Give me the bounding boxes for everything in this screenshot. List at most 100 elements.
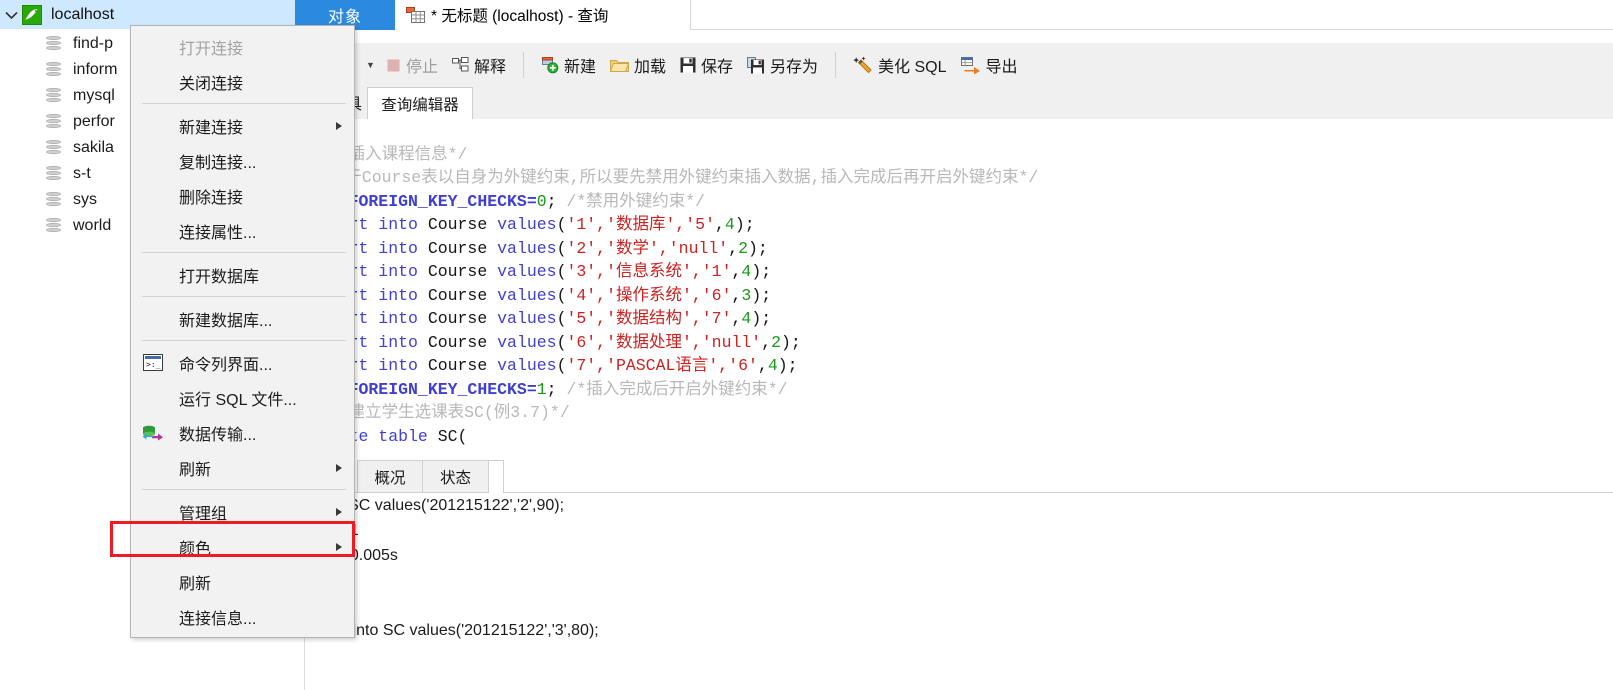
- code-line: /*由于Course表以自身为外键约束,所以要先禁用外键约束插入数据,插入完成后…: [309, 168, 1039, 187]
- menu-item-1[interactable]: 关闭连接: [131, 64, 354, 99]
- export-button-label: 导出: [985, 59, 1018, 76]
- menu-separator: [142, 296, 346, 297]
- menu-item-14[interactable]: 数据传输...: [131, 415, 354, 450]
- submenu-arrow-icon: [336, 463, 342, 472]
- menu-separator: [142, 103, 346, 104]
- result-tab-profile-label: 概况: [374, 469, 406, 487]
- menu-item-label: 打开连接: [179, 40, 244, 58]
- submenu-arrow-icon: [336, 507, 342, 516]
- table-grid-icon: [406, 6, 426, 24]
- result-tab-status[interactable]: 状态: [423, 460, 489, 493]
- floppy-save-icon: [680, 57, 696, 73]
- menu-item-6[interactable]: 连接属性...: [131, 213, 354, 248]
- load-button-label: 加载: [633, 59, 666, 76]
- tree-node-label: sakila: [73, 139, 114, 156]
- code-line: );: [309, 119, 1609, 143]
- code-line: insert into Course values('1','数据库','5',…: [309, 215, 755, 234]
- run-dropdown-caret-icon[interactable]: ▼: [366, 60, 375, 70]
- result-tab-profile[interactable]: 概况: [357, 460, 423, 493]
- datagrip-navicat-window: 对象 * 无标题 (localhost) - 查询 localhost find…: [0, 0, 1613, 690]
- database-icon: [46, 113, 61, 131]
- submenu-arrow-icon: [336, 121, 342, 130]
- menu-item-4[interactable]: 复制连接...: [131, 143, 354, 178]
- tree-node-label: mysql: [73, 87, 115, 104]
- save-button-label: 保存: [701, 59, 734, 76]
- tab-query-label: * 无标题 (localhost) - 查询: [431, 8, 609, 25]
- export-arrow-icon: [960, 56, 981, 74]
- console-icon: >:_: [142, 353, 164, 373]
- menu-item-label: 关闭连接: [179, 75, 244, 93]
- result-log-panel[interactable]: t into SC values('201215122','2',90); 的行:…: [295, 493, 1613, 690]
- export-button[interactable]: 导出: [954, 43, 1025, 87]
- beautify-sql-button-label: 美化 SQL: [878, 59, 947, 76]
- sql-editor[interactable]: );/*6.插入课程信息*/ /*由于Course表以自身为外键约束,所以要先禁用…: [295, 119, 1613, 457]
- code-line: SET FOREIGN_KEY_CHECKS=1; /*插入完成后开启外键约束*…: [309, 379, 788, 399]
- menu-item-label: 刷新: [179, 575, 212, 593]
- result-log-line: 的行: 1: [309, 518, 1589, 543]
- menu-item-label: 颜色: [179, 540, 212, 558]
- subtab-query-editor[interactable]: 查询编辑器: [367, 87, 473, 119]
- tab-query-untitled[interactable]: * 无标题 (localhost) - 查询: [395, 0, 691, 30]
- menu-item-label: 管理组: [179, 505, 228, 523]
- database-icon: [46, 217, 61, 235]
- database-icon: [46, 61, 61, 79]
- new-button[interactable]: 新建: [534, 43, 603, 87]
- menu-item-15[interactable]: 刷新: [131, 450, 354, 485]
- menu-item-label: 新建数据库...: [179, 312, 273, 330]
- explain-button[interactable]: 解释: [445, 43, 513, 87]
- save-as-button-label: 另存为: [770, 59, 819, 76]
- menu-item-3[interactable]: 新建连接: [131, 108, 354, 143]
- stop-button-label: 停止: [405, 59, 438, 76]
- result-tab-bar: 概况 状态: [295, 457, 1613, 493]
- menu-item-12[interactable]: >:_ 命令列界面...: [131, 345, 354, 380]
- tree-node-label: perfor: [73, 113, 115, 130]
- save-as-button[interactable]: 另存为: [740, 43, 825, 87]
- connection-context-menu[interactable]: 打开连接关闭连接新建连接复制连接... 删除连接连接属性... 打开数据库新建数据库…: [130, 25, 355, 638]
- result-log-line: insert into SC values('201215122','3',80…: [309, 622, 599, 639]
- menu-item-17[interactable]: 管理组: [131, 494, 354, 529]
- menu-item-13[interactable]: 运行 SQL 文件...: [131, 380, 354, 415]
- beautify-sql-button[interactable]: 美化 SQL: [846, 43, 953, 87]
- new-button-label: 新建: [563, 59, 596, 76]
- tree-node-label: sys: [73, 191, 97, 208]
- code-line: SET FOREIGN_KEY_CHECKS=0; /*禁用外键约束*/: [309, 191, 706, 211]
- menu-item-8[interactable]: 打开数据库: [131, 257, 354, 292]
- menu-item-label: 数据传输...: [179, 426, 257, 444]
- menu-item-5[interactable]: 删除连接: [131, 178, 354, 213]
- toolbar-separator-2: [835, 52, 837, 78]
- code-line: insert into Course values('2','数学','null…: [309, 238, 768, 258]
- menu-item-18[interactable]: 颜色: [131, 529, 354, 564]
- menu-item-label: 刷新: [179, 461, 212, 479]
- code-line: insert into Course values('3','信息系统','1'…: [309, 262, 772, 281]
- code-line: /*7.建立学生选课表SC(例3.7)*/: [309, 403, 570, 422]
- menu-item-label: 删除连接: [179, 189, 244, 207]
- tree-node-label: world: [73, 217, 112, 234]
- chevron-down-icon[interactable]: [0, 0, 22, 29]
- editor-subtabs: 创建工具 查询编辑器: [295, 87, 1613, 119]
- database-icon: [46, 35, 61, 53]
- menu-item-label: 命令列界面...: [179, 356, 273, 374]
- tree-node-label: inform: [73, 61, 118, 78]
- result-log-line: [SQL]: [309, 593, 1589, 618]
- tree-node-label: s-t: [73, 165, 91, 182]
- stop-button[interactable]: 停止: [379, 43, 445, 87]
- menu-separator: [142, 489, 346, 490]
- mysql-dolphin-icon: [22, 4, 42, 25]
- code-line: insert into Course values('4','操作系统','6'…: [309, 285, 772, 305]
- menu-item-10[interactable]: 新建数据库...: [131, 301, 354, 336]
- menu-item-20[interactable]: 连接信息...: [131, 599, 354, 634]
- result-log-line: t into SC values('201215122','2',90);: [309, 497, 565, 514]
- menu-item-0: 打开连接: [131, 29, 354, 64]
- menu-item-label: 复制连接...: [179, 154, 257, 172]
- save-as-icon: [747, 56, 765, 74]
- code-line: insert into Course values('6','数据处理','nu…: [309, 332, 801, 352]
- database-icon: [46, 165, 61, 183]
- sql-code-text: );/*6.插入课程信息*/ /*由于Course表以自身为外键约束,所以要先禁用…: [309, 119, 1609, 448]
- tree-node-label: find-p: [73, 35, 114, 52]
- menu-item-19[interactable]: 刷新: [131, 564, 354, 599]
- load-button[interactable]: 加载: [603, 43, 673, 87]
- tab-objects-label: 对象: [327, 9, 362, 26]
- explain-button-label: 解释: [473, 59, 506, 76]
- query-toolbar: 运行 ▼ 停止 解释: [295, 43, 1613, 87]
- save-button[interactable]: 保存: [673, 43, 740, 87]
